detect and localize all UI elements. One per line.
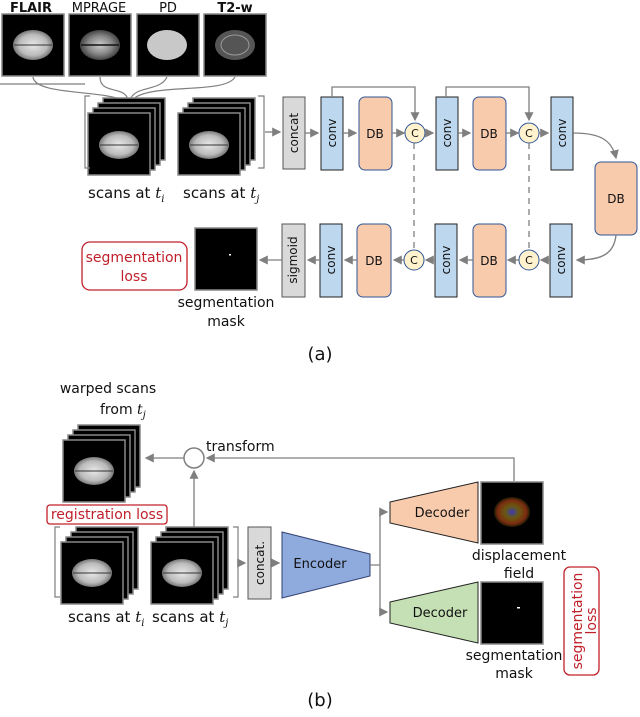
svg-text:sigmoid: sigmoid <box>286 236 300 283</box>
svg-text:DB: DB <box>480 127 497 141</box>
svg-text:concat.: concat. <box>253 541 267 585</box>
svg-text:segmentation: segmentation <box>86 250 183 266</box>
db-block-bottleneck: DB <box>594 161 638 236</box>
concat-label: concat <box>287 113 301 153</box>
segmentation-mask-image-a <box>194 227 258 291</box>
architecture-diagram: FLAIR MPRAGE PD T2-w scans at ti scans a… <box>0 1 638 711</box>
svg-text:C: C <box>410 254 418 267</box>
svg-text:DB: DB <box>607 192 624 206</box>
transform-label: transform <box>206 439 275 455</box>
warped-scan-stack <box>62 424 141 503</box>
svg-text:conv: conv <box>439 246 453 275</box>
displacement-field-label-1: displacement <box>472 548 567 564</box>
scans-ti-label-b: scans at ti <box>68 608 144 629</box>
modality-image-pd <box>136 13 200 77</box>
scans-tj-label-b: scans at tj <box>152 608 228 629</box>
db-block-dec1: DB <box>472 223 507 298</box>
warped-scans-label-1: warped scans <box>60 381 156 397</box>
svg-text:loss: loss <box>584 607 600 634</box>
svg-text:conv: conv <box>440 119 454 148</box>
svg-text:Decoder: Decoder <box>415 506 470 521</box>
svg-text:registration loss: registration loss <box>51 507 163 523</box>
concat-node-enc2: C <box>518 122 540 144</box>
modality-image-t2w <box>203 13 267 77</box>
svg-text:Decoder: Decoder <box>413 606 468 621</box>
concat-node-dec1: C <box>518 249 540 271</box>
conv-block-dec2: conv <box>434 223 458 298</box>
db-block-enc1: DB <box>358 96 393 171</box>
segmentation-mask-label-b2: mask <box>495 666 534 682</box>
svg-text:DB: DB <box>365 254 382 268</box>
segmentation-mask-image-b <box>480 581 544 645</box>
segmentation-mask-label-a2: mask <box>207 314 246 330</box>
concat-node-enc1: C <box>404 122 426 144</box>
bracket-right <box>258 95 265 169</box>
modality-image-mprage <box>68 13 132 77</box>
scan-stack-ti-b <box>60 526 139 605</box>
svg-text:C: C <box>525 254 533 267</box>
conv-block-enc1: conv <box>320 96 344 171</box>
svg-text:C: C <box>411 127 419 140</box>
displacement-field-image <box>480 481 544 545</box>
db-block-enc2: DB <box>472 96 507 171</box>
svg-text:C: C <box>525 127 533 140</box>
conv-block-enc3: conv <box>550 96 574 171</box>
segmentation-loss-box-a: segmentation loss <box>81 241 188 291</box>
conv-block-dec1: conv <box>549 223 573 298</box>
conv-block-dec3: conv <box>319 223 343 298</box>
db-block-dec2: DB <box>356 223 392 298</box>
svg-text:DB: DB <box>366 127 383 141</box>
svg-text:conv: conv <box>325 119 339 148</box>
conv-block-enc2: conv <box>435 96 459 171</box>
decoder-block-registration: Decoder <box>389 481 479 544</box>
svg-text:loss: loss <box>120 269 147 285</box>
scan-stack-tj-b <box>150 526 229 605</box>
registration-loss-box: registration loss <box>46 504 168 525</box>
concat-block-b: concat. <box>247 526 272 600</box>
decoder-block-segmentation: Decoder <box>389 581 479 644</box>
segmentation-loss-box-b: segmentation loss <box>563 566 600 676</box>
sigmoid-block: sigmoid <box>281 223 306 298</box>
displacement-to-transform-arrow <box>205 453 515 481</box>
caption-a: (a) <box>307 344 332 365</box>
encoder-block: Encoder <box>281 531 371 599</box>
concat-node-dec2: C <box>403 249 425 271</box>
caption-b: (b) <box>307 690 332 711</box>
svg-text:Encoder: Encoder <box>293 557 347 572</box>
segmentation-mask-label-b1: segmentation <box>466 648 563 664</box>
displacement-field-label-2: field <box>504 566 534 582</box>
scans-ti-label: scans at ti <box>88 184 164 205</box>
transform-node <box>183 447 205 469</box>
scan-stack-ti <box>87 97 166 176</box>
svg-text:DB: DB <box>480 254 497 268</box>
segmentation-mask-label-a1: segmentation <box>178 295 275 311</box>
svg-text:conv: conv <box>324 246 338 275</box>
modality-connectors <box>0 76 236 101</box>
scan-stack-tj <box>177 97 256 176</box>
svg-text:conv: conv <box>554 246 568 275</box>
scans-tj-label: scans at tj <box>183 184 259 205</box>
modality-image-flair <box>1 13 65 77</box>
warped-scans-label-2: from tj <box>100 402 146 421</box>
svg-text:conv: conv <box>555 119 569 148</box>
